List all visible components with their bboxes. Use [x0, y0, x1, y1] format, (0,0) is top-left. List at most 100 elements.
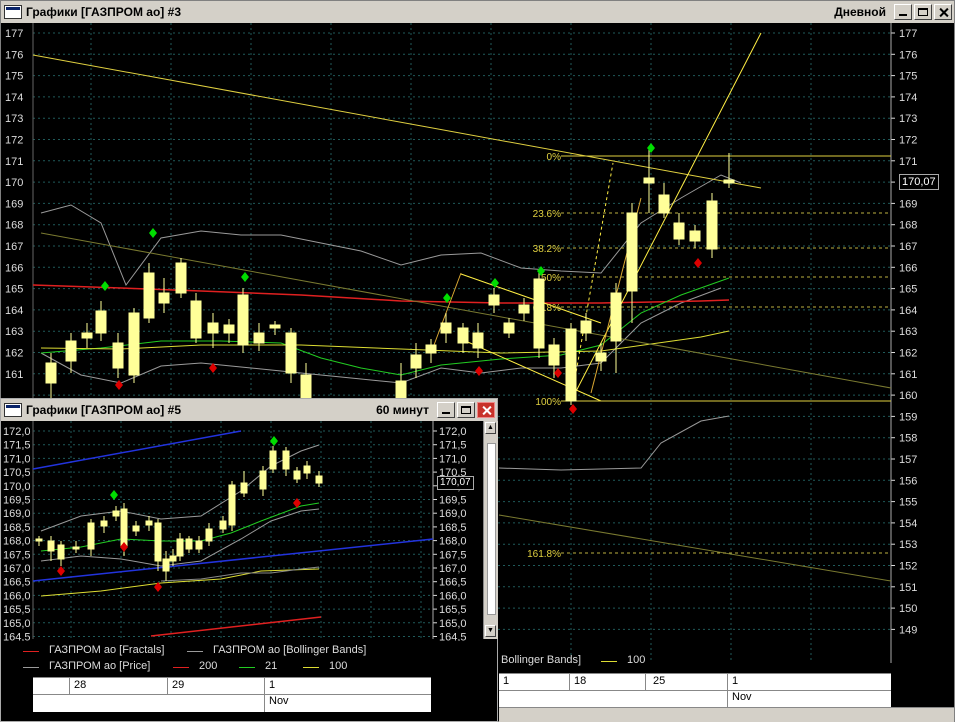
sub-candle-body [145, 520, 153, 526]
sub-vertical-scrollbar[interactable]: ▲ ▼ [483, 421, 498, 639]
main-y-tick-label: 152 [899, 561, 917, 573]
candle-body [503, 322, 515, 334]
fractals-swatch [23, 651, 39, 652]
sub-candle-body [293, 470, 301, 480]
main-y-tick-label-left: 170 [5, 177, 23, 189]
trendline-small-top [460, 273, 602, 324]
sub-close-icon[interactable] [477, 402, 495, 418]
sub-candle-body [282, 450, 290, 470]
sub-title-bar[interactable]: Графики [ГАЗПРОМ ао] #5 60 минут [1, 399, 497, 421]
fib-dashed [570, 162, 614, 402]
candle-body [610, 292, 622, 342]
trendline-channel [40, 232, 892, 389]
sub-y-tick-label-left: 164,5 [3, 632, 31, 642]
fractal-down-marker [694, 258, 702, 268]
main-y-tick-label: 168 [899, 220, 917, 232]
sub-y-tick-label-left: 168,0 [3, 536, 31, 548]
legend-ma21: 21 [265, 660, 278, 672]
sub-candle-body [57, 544, 65, 560]
main-y-tick-label: 176 [899, 49, 917, 61]
sub-maximize-icon[interactable] [457, 402, 475, 418]
main-y-tick-label: 175 [899, 71, 917, 83]
sub-y-tick-label-left: 168,5 [3, 522, 31, 534]
chart-app-icon [4, 5, 22, 19]
sub-candle-body [154, 522, 162, 562]
sub-y-tick-label: 167,5 [439, 549, 467, 561]
sub-date-1: 1 [269, 679, 276, 691]
sub-candle-body [228, 484, 236, 526]
legend-fractals: ГАЗПРОМ ао [Fractals] [49, 644, 165, 656]
candle-body [488, 294, 500, 306]
main-y-tick-label-left: 164 [5, 305, 23, 317]
main-y-tick-label: 171 [899, 156, 917, 168]
sub-bollinger-upper [40, 444, 320, 532]
sub-candle-body [259, 470, 267, 490]
legend-bollinger: ГАЗПРОМ ао [Bollinger Bands] [213, 644, 367, 656]
sub-timeframe-label[interactable]: 60 минут [376, 403, 429, 417]
main-title-bar[interactable]: Графики [ГАЗПРОМ ао] #3 Дневной [1, 1, 954, 23]
sub-y-tick-label: 171,5 [439, 440, 467, 452]
candle-body [112, 342, 124, 369]
candle-body [472, 332, 484, 349]
main-y-tick-label: 166 [899, 262, 917, 274]
minimize-icon[interactable] [894, 4, 912, 20]
candle-body [285, 332, 297, 374]
main-y-tick-label: 149 [899, 624, 917, 636]
main-y-tick-label: 158 [899, 433, 917, 445]
main-y-tick-label: 153 [899, 539, 917, 551]
scroll-up-icon[interactable]: ▲ [485, 422, 496, 434]
main-y-tick-label-left: 162 [5, 348, 23, 360]
trendline-long [32, 54, 762, 189]
sub-y-tick-label-left: 167,0 [3, 563, 31, 575]
main-y-tick-label-left: 172 [5, 135, 23, 147]
candle-body [565, 328, 577, 402]
sub-y-tick-label: 172,0 [439, 426, 467, 438]
candle-body [95, 310, 107, 334]
sub-candle-body [195, 540, 203, 550]
sub-y-tick-label-left: 165,0 [3, 618, 31, 630]
sub-minimize-icon[interactable] [437, 402, 455, 418]
candle-body [81, 332, 93, 339]
sub-ma100-line [40, 568, 320, 597]
bollinger-swatch [187, 651, 203, 652]
sub-y-tick-label-left: 165,5 [3, 604, 31, 616]
main-y-tick-label-left: 168 [5, 220, 23, 232]
main-date-25: 25 [653, 675, 666, 687]
maximize-icon[interactable] [914, 4, 932, 20]
main-y-tick-label-left: 163 [5, 326, 23, 338]
ma200-line [32, 284, 730, 304]
candle-body [580, 320, 592, 334]
sub-chart-window: Графики [ГАЗПРОМ ао] #5 60 минут 172,0 17… [0, 398, 498, 722]
scroll-down-icon[interactable]: ▼ [485, 625, 496, 637]
candle-body [658, 194, 670, 214]
main-y-tick-label-left: 165 [5, 284, 23, 296]
ma100-line [40, 330, 730, 354]
main-month-nov: Nov [732, 691, 752, 703]
fractal-up-marker [149, 228, 157, 238]
candle-body [300, 374, 312, 399]
main-last-price-box: 170,07 [899, 174, 939, 190]
candle-body [223, 324, 235, 334]
fib-level-label: 23.6% [533, 209, 561, 220]
main-y-tick-label: 150 [899, 603, 917, 615]
sub-y-tick-label-left: 171,5 [3, 440, 31, 452]
candle-body [457, 327, 469, 344]
candle-body [440, 322, 452, 334]
candle-body [595, 352, 607, 362]
candle-body [395, 380, 407, 399]
sub-candle-body [315, 475, 323, 484]
main-y-tick-label: 177 [899, 28, 917, 40]
main-date-axis: 1 18 25 1 Nov [499, 673, 891, 708]
close-icon[interactable] [934, 4, 952, 20]
legend-ma200: 200 [199, 660, 218, 672]
candle-body [533, 278, 545, 349]
candle-body [643, 177, 655, 184]
main-y-tick-label-left: 176 [5, 49, 23, 61]
fractal-down-marker [569, 404, 577, 414]
sub-y-tick-label-left: 167,5 [3, 549, 31, 561]
main-horizontal-scrollbar[interactable] [499, 707, 954, 722]
main-y-tick-label-left: 167 [5, 241, 23, 253]
main-timeframe-label[interactable]: Дневной [834, 5, 886, 19]
sub-price-chart[interactable]: 172,0172,0171,5171,5171,0171,0170,5170,5… [1, 421, 483, 641]
sub-candle-body [205, 528, 213, 542]
